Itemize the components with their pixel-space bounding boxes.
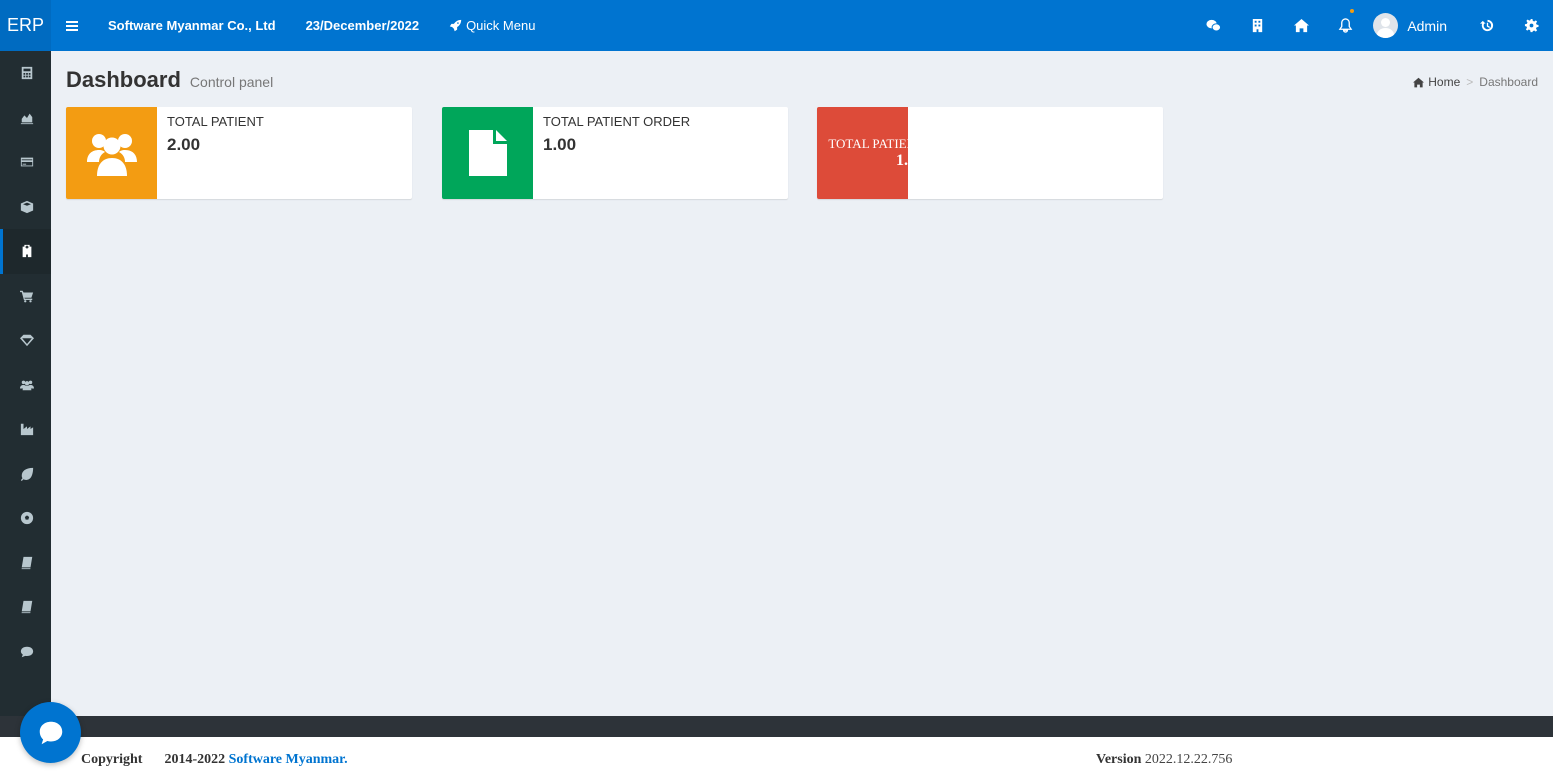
building-icon xyxy=(1252,18,1262,33)
info-box-value: 2.00 xyxy=(167,135,201,154)
breadcrumb-home-link[interactable]: Home xyxy=(1413,75,1460,89)
sidebar-item-payments[interactable] xyxy=(0,140,51,185)
info-box-icon-area: TOTAL PATIEN 1.0 xyxy=(817,107,908,199)
current-date: 23/December/2022 xyxy=(305,18,420,33)
info-box-icon-area xyxy=(66,107,157,199)
sidebar-item-sales[interactable] xyxy=(0,274,51,319)
breadcrumb-home-label: Home xyxy=(1428,75,1461,89)
hamburger-icon xyxy=(66,24,78,27)
sidebar-item-diamond[interactable] xyxy=(0,318,51,363)
leaf-icon xyxy=(20,467,34,481)
info-box-label: TOTAL PATIENT ORDER xyxy=(543,114,691,129)
users-icon xyxy=(86,134,137,176)
diamond-icon xyxy=(20,335,34,347)
sidebar-toggle-button[interactable] xyxy=(51,24,93,27)
rocket-icon xyxy=(449,19,462,32)
info-box-total-patient-3[interactable]: TOTAL PATIEN 1.0 xyxy=(817,107,1163,199)
sidebar-item-hospital[interactable] xyxy=(0,229,51,274)
info-box-icon-area xyxy=(442,107,533,199)
sidebar-item-book-2[interactable] xyxy=(0,585,51,630)
notification-dot xyxy=(1350,9,1355,13)
quick-menu-button[interactable]: Quick Menu xyxy=(449,18,535,33)
footer-divider-bar xyxy=(0,716,1553,737)
info-box-total-patient-order[interactable]: TOTAL PATIENT ORDER 1.00 xyxy=(442,107,788,199)
industry-icon xyxy=(20,424,34,436)
info-box-label: TOTAL PATIENT xyxy=(167,114,264,129)
main-content: Dashboard Control panel Home > Dashboard… xyxy=(51,51,1553,716)
book-icon xyxy=(21,601,33,614)
info-box-value: 1.0 xyxy=(896,152,908,169)
breadcrumb-current: Dashboard xyxy=(1479,75,1538,89)
info-box-value: 1.00 xyxy=(543,135,577,154)
history-icon xyxy=(1479,19,1493,32)
sidebar-item-leaf[interactable] xyxy=(0,452,51,497)
sidebar-item-book-1[interactable] xyxy=(0,541,51,586)
top-navbar: ERP Software Myanmar Co., Ltd 23/Decembe… xyxy=(0,0,1553,51)
book-icon xyxy=(21,556,33,569)
info-box-label: TOTAL PATIEN xyxy=(828,136,908,151)
page-title: Dashboard xyxy=(66,67,181,92)
app-logo[interactable]: ERP xyxy=(0,0,51,51)
sidebar-item-industry[interactable] xyxy=(0,407,51,452)
copyright-label: Copyright xyxy=(81,752,143,767)
hospital-icon xyxy=(22,245,32,258)
wechat-icon xyxy=(1206,19,1221,32)
home-icon xyxy=(1293,18,1309,33)
footer: Copyright 2014-2022 Software Myanmar. Ve… xyxy=(0,737,1553,782)
sidebar-item-messages[interactable] xyxy=(0,630,51,675)
sidebar-item-sports[interactable] xyxy=(0,496,51,541)
quick-menu-label: Quick Menu xyxy=(466,18,536,33)
gear-icon xyxy=(1524,18,1539,33)
sidebar-item-products[interactable] xyxy=(0,185,51,230)
company-name: Software Myanmar Co., Ltd xyxy=(108,18,276,33)
comment-icon xyxy=(20,646,34,657)
home-button[interactable] xyxy=(1279,0,1323,51)
sidebar-item-charts[interactable] xyxy=(0,96,51,141)
sidebar-item-users[interactable] xyxy=(0,363,51,408)
version-number: 2022.12.22.756 xyxy=(1144,752,1233,767)
notifications-button[interactable] xyxy=(1323,0,1367,51)
live-chat-button[interactable] xyxy=(20,702,81,763)
credit-card-icon xyxy=(20,157,34,167)
brand-link[interactable]: Software Myanmar. xyxy=(229,752,348,767)
users-icon xyxy=(20,380,34,390)
sidebar xyxy=(0,51,51,716)
user-name: Admin xyxy=(1407,17,1447,34)
area-chart-icon xyxy=(20,113,34,124)
chat-bubble-icon xyxy=(39,721,62,744)
futbol-icon xyxy=(20,512,34,525)
building-button[interactable] xyxy=(1235,0,1279,51)
calculator-icon xyxy=(21,67,33,80)
settings-button[interactable] xyxy=(1509,0,1553,51)
sidebar-item-calculator[interactable] xyxy=(0,51,51,96)
breadcrumb-separator: > xyxy=(1466,75,1474,89)
version-label: Version xyxy=(1096,752,1142,767)
breadcrumb: Home > Dashboard xyxy=(1413,75,1538,89)
cube-icon xyxy=(20,200,34,213)
copyright-years: 2014-2022 xyxy=(164,752,226,767)
wechat-button[interactable] xyxy=(1191,0,1235,51)
avatar xyxy=(1373,13,1399,38)
history-button[interactable] xyxy=(1465,0,1509,51)
info-box-total-patient[interactable]: TOTAL PATIENT 2.00 xyxy=(66,107,412,199)
file-icon xyxy=(468,130,507,176)
user-menu[interactable]: Admin xyxy=(1367,13,1465,38)
page-subtitle: Control panel xyxy=(189,74,274,90)
cart-icon xyxy=(20,290,34,303)
home-icon xyxy=(1413,77,1425,87)
bell-icon xyxy=(1338,18,1353,33)
